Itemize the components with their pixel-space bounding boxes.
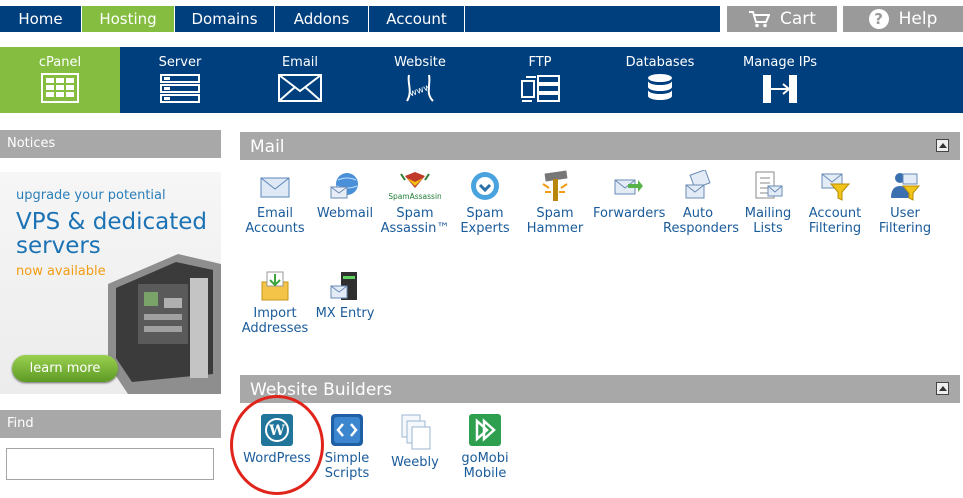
- help-label: Help: [898, 9, 938, 29]
- envelope-icon: [278, 74, 322, 102]
- nav-item-cpanel[interactable]: cPanel: [0, 47, 120, 113]
- mx-entry-icon: [330, 272, 357, 300]
- learn-more-button[interactable]: learn more: [12, 355, 118, 382]
- mail-item-label: Auto Responders: [663, 206, 740, 236]
- wordpress-highlight-circle: [230, 395, 324, 495]
- notices-header: Notices: [0, 130, 221, 158]
- nav-item-label: Manage IPs: [743, 55, 817, 70]
- tab-addons[interactable]: Addons: [275, 6, 369, 32]
- weebly-icon: [401, 414, 431, 450]
- help-icon: ?: [868, 9, 889, 29]
- mail-item-label: MX Entry: [315, 306, 375, 321]
- find-input[interactable]: [6, 448, 214, 480]
- nav-item-label: Databases: [625, 55, 695, 70]
- find-header: Find: [0, 410, 221, 438]
- builder-item-gomobi[interactable]: goMobi Mobile: [450, 413, 520, 481]
- forwarders-icon: [614, 179, 643, 195]
- ip-icon: [763, 75, 797, 103]
- nav-item-website[interactable]: Website www: [360, 47, 480, 113]
- mailing-lists-icon: [755, 171, 783, 199]
- mail-item-label: Spam Hammer: [526, 206, 584, 236]
- cpanel-icon: [41, 73, 79, 103]
- mail-item-label: Spam Assassin™: [380, 206, 450, 236]
- server-icon: [160, 74, 200, 103]
- cart-button[interactable]: Cart: [727, 6, 837, 32]
- nav-item-label: Server: [158, 55, 202, 70]
- mail-item-forwarders[interactable]: Forwarders: [593, 170, 666, 221]
- nav-item-server[interactable]: Server: [120, 47, 240, 113]
- mail-item-label: Forwarders: [593, 206, 666, 221]
- tab-account[interactable]: Account: [369, 6, 465, 32]
- email-accounts-icon: [260, 177, 290, 198]
- auto-responders-icon: [685, 170, 711, 199]
- mail-item-label: User Filtering: [878, 206, 932, 236]
- spam-experts-icon: [471, 172, 499, 200]
- cart-icon: [749, 11, 771, 28]
- top-nav: Home Hosting Domains Addons Account: [0, 6, 720, 32]
- tab-hosting[interactable]: Hosting: [82, 6, 175, 32]
- nav-item-label: Website: [394, 55, 446, 70]
- mail-item-import-addresses[interactable]: Import Addresses: [240, 270, 310, 336]
- webmail-icon: [330, 173, 358, 199]
- mail-item-mx-entry[interactable]: MX Entry: [310, 270, 380, 321]
- nav-item-ftp[interactable]: FTP: [480, 47, 600, 113]
- builder-item-label: Weebly: [391, 455, 439, 470]
- account-filtering-icon: [821, 173, 851, 201]
- nav-item-label: FTP: [528, 55, 552, 70]
- nav-item-databases[interactable]: Databases: [600, 47, 720, 113]
- tab-domains[interactable]: Domains: [175, 6, 275, 32]
- mail-item-user-filtering[interactable]: User Filtering: [870, 170, 940, 236]
- nav-item-email[interactable]: Email: [240, 47, 360, 113]
- mail-item-spam-assassin[interactable]: SpamAssassin Spam Assassin™: [380, 170, 450, 236]
- promo-subline: now available: [16, 264, 106, 279]
- mail-item-auto-responders[interactable]: Auto Responders: [663, 170, 739, 236]
- builder-item-label: Simple Scripts: [324, 451, 370, 481]
- mail-item-label: Import Addresses: [241, 306, 309, 336]
- help-button[interactable]: ? Help: [843, 6, 963, 32]
- nav-item-manage-ips[interactable]: Manage IPs: [720, 47, 840, 113]
- simple-scripts-icon: [331, 414, 363, 446]
- builder-item-weebly[interactable]: Weebly: [380, 413, 450, 470]
- ftp-icon: [521, 75, 560, 102]
- mail-item-label: Email Accounts: [245, 206, 305, 236]
- spam-hammer-icon: [542, 170, 568, 201]
- import-addresses-icon: [261, 271, 289, 301]
- promo-tagline: upgrade your potential: [16, 188, 166, 203]
- collapse-website-builders-button[interactable]: [936, 382, 949, 395]
- cart-label: Cart: [780, 9, 816, 29]
- spamassassin-logo-text: SpamAssassin: [389, 192, 441, 201]
- mail-item-label: Webmail: [316, 206, 374, 221]
- mail-item-spam-hammer[interactable]: Spam Hammer: [520, 170, 590, 236]
- mail-item-email-accounts[interactable]: Email Accounts: [240, 170, 310, 236]
- mail-item-label: Account Filtering: [808, 206, 862, 236]
- mail-item-webmail[interactable]: Webmail: [310, 170, 380, 221]
- spamassassin-icon: SpamAssassin: [389, 172, 441, 201]
- tab-home[interactable]: Home: [0, 6, 82, 32]
- mail-section-header: Mail: [240, 132, 960, 160]
- collapse-mail-button[interactable]: [936, 139, 949, 152]
- nav-item-label: cPanel: [38, 55, 82, 70]
- nav-item-label: Email: [281, 55, 319, 70]
- svg-text:www: www: [408, 82, 432, 99]
- mail-item-mailing-lists[interactable]: Mailing Lists: [733, 170, 803, 236]
- website-builders-section-header: Website Builders: [240, 375, 960, 403]
- user-filtering-icon: [891, 173, 921, 201]
- gomobi-icon: [469, 414, 501, 446]
- www-icon: www: [406, 74, 434, 102]
- mail-item-label: Mailing Lists: [744, 206, 792, 236]
- promo-banner[interactable]: upgrade your potential VPS & dedicated s…: [0, 172, 221, 394]
- database-icon: [648, 74, 672, 100]
- builder-item-label: goMobi Mobile: [461, 451, 509, 481]
- mail-item-label: Spam Experts: [460, 206, 510, 236]
- mail-item-account-filtering[interactable]: Account Filtering: [800, 170, 870, 236]
- promo-headline: VPS & dedicated servers: [16, 209, 208, 259]
- mail-section-title: Mail: [250, 137, 285, 157]
- product-nav: cPanel Server Email Website www FTP Data…: [0, 47, 963, 113]
- mail-item-spam-experts[interactable]: Spam Experts: [450, 170, 520, 236]
